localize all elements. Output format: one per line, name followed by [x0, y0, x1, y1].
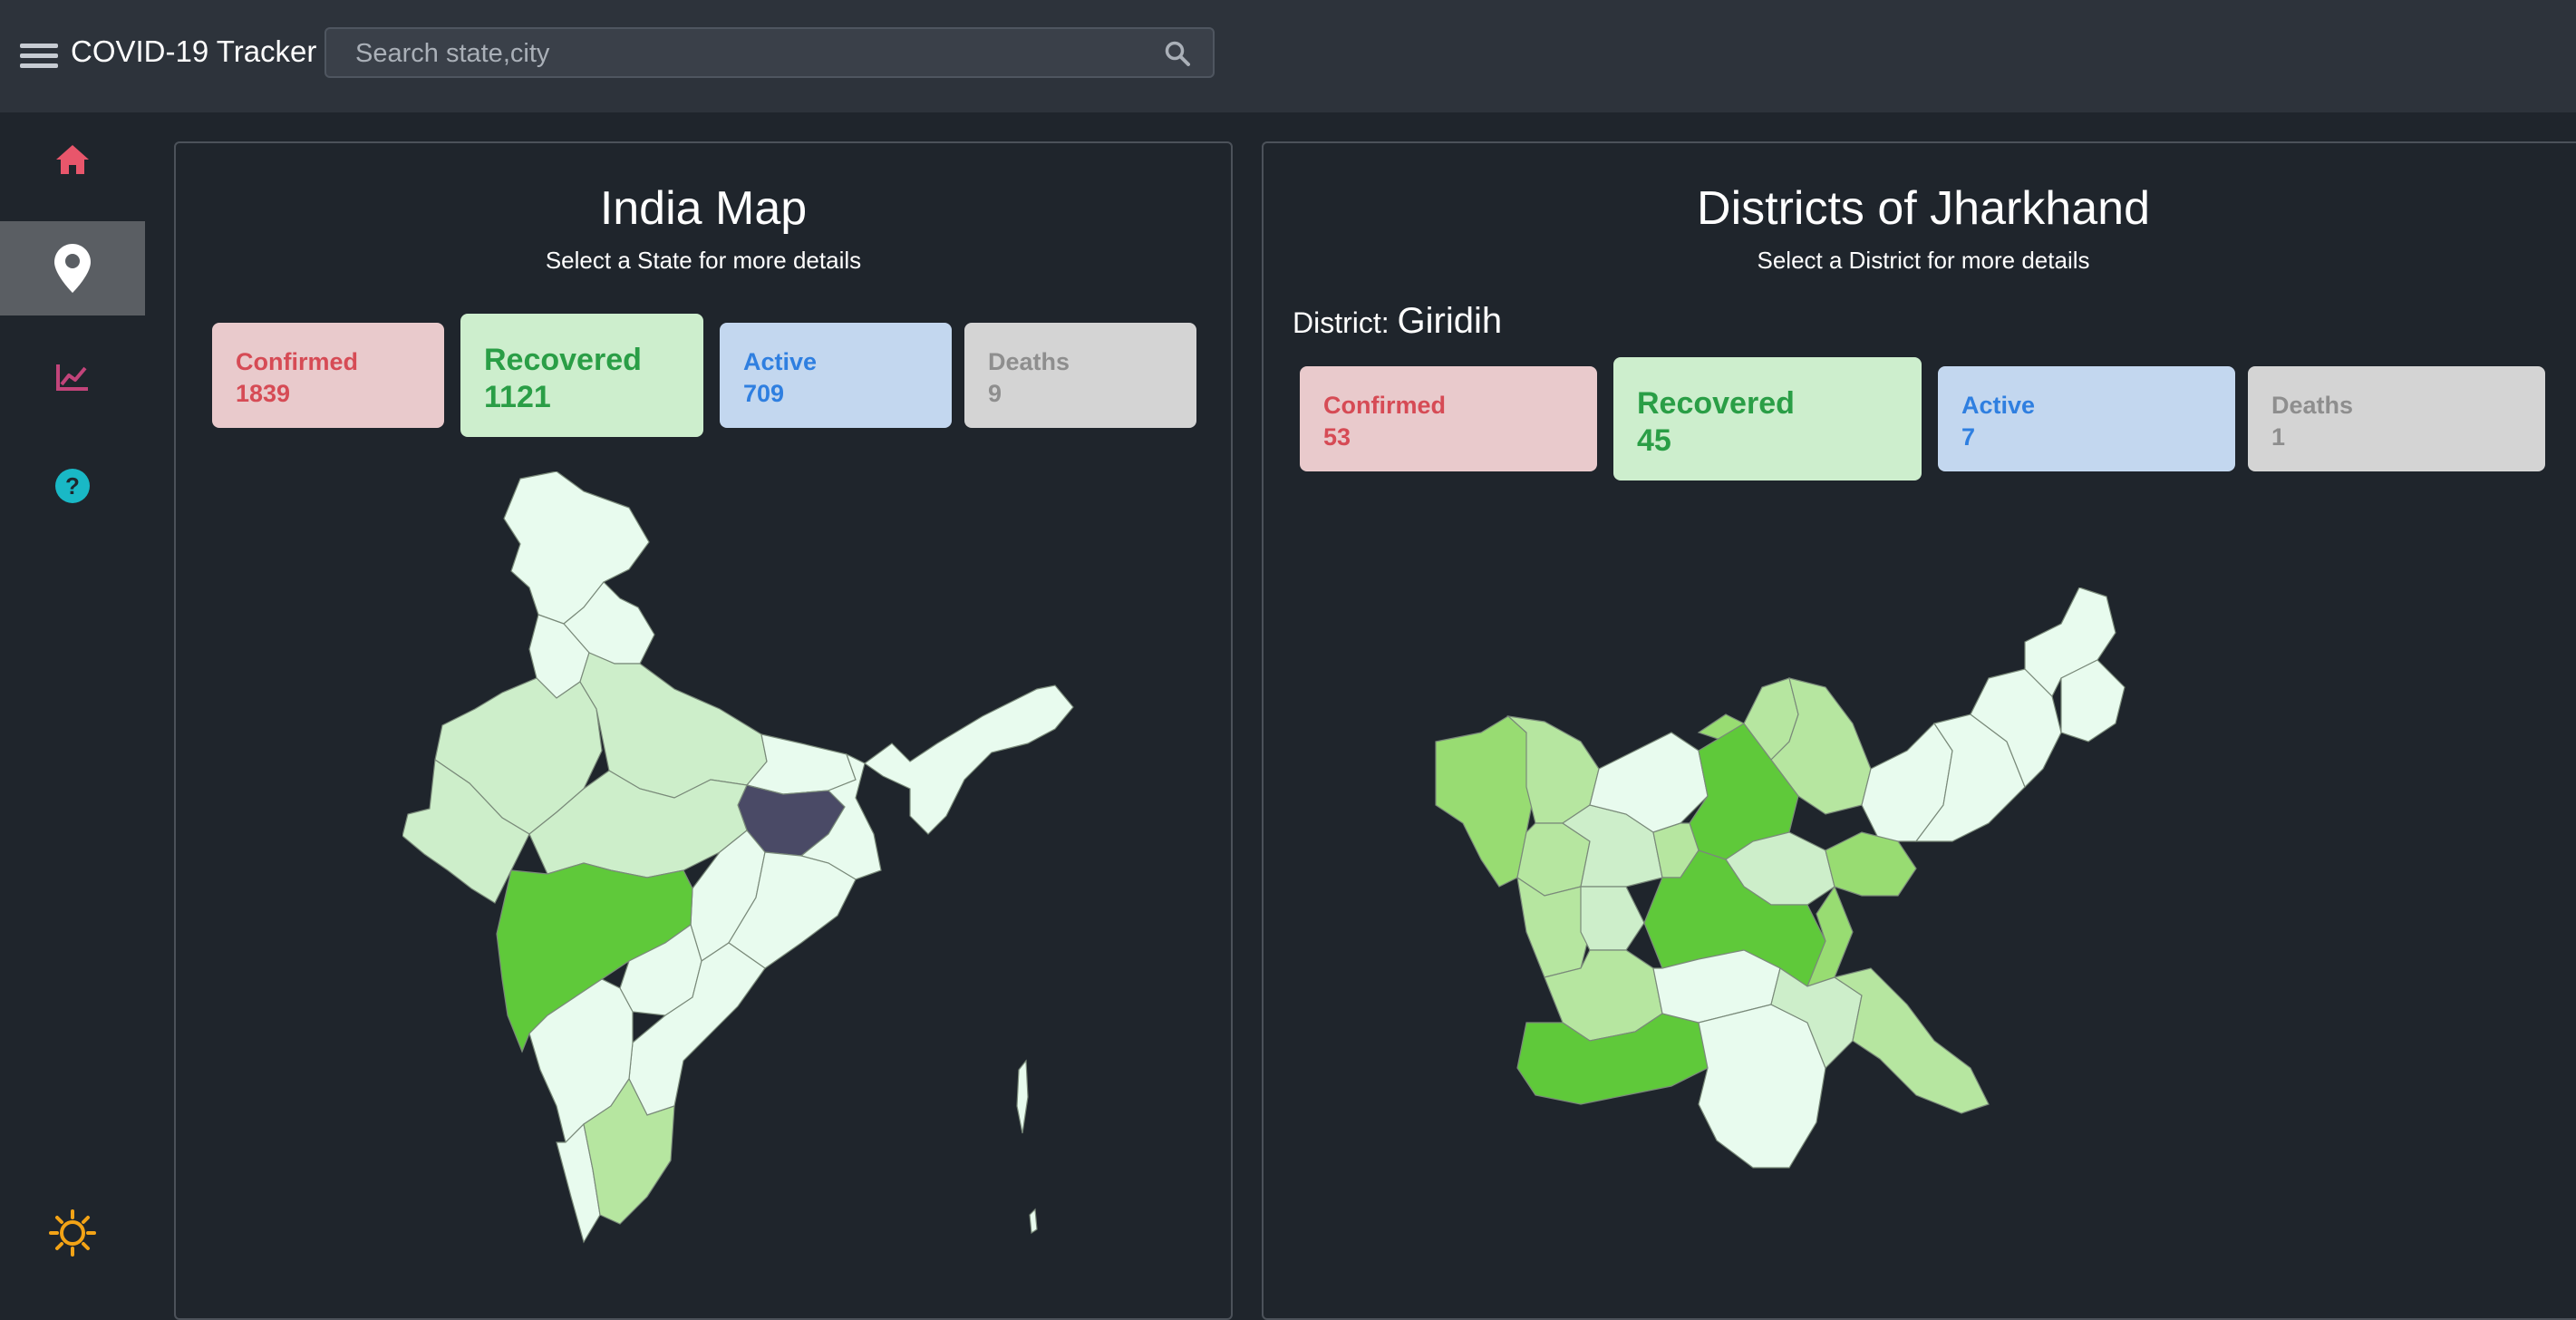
- state-region[interactable]: [1029, 1208, 1038, 1235]
- search-input[interactable]: [326, 29, 1173, 78]
- state-region[interactable]: [1016, 1059, 1029, 1134]
- sidebar-item-charts[interactable]: [0, 330, 145, 424]
- recovered-value: 1121: [484, 380, 551, 414]
- selected-district: District: Giridih: [1293, 301, 1502, 342]
- district-region[interactable]: [1580, 886, 1645, 951]
- deaths-label: Deaths: [2271, 392, 2354, 419]
- state-region[interactable]: [503, 471, 650, 625]
- search-box[interactable]: [324, 27, 1215, 78]
- district-name: Giridih: [1397, 301, 1503, 341]
- active-value: 709: [743, 380, 785, 407]
- deaths-card: Deaths 1: [2248, 366, 2545, 471]
- active-card: Active 709: [720, 323, 952, 428]
- district-region[interactable]: [1698, 1004, 1826, 1169]
- sun-icon: [49, 1209, 96, 1257]
- panel-title: India Map: [599, 182, 808, 235]
- sidebar-item-home[interactable]: [0, 112, 145, 207]
- deaths-card: Deaths 9: [964, 323, 1196, 428]
- sidebar: ?: [0, 112, 145, 1280]
- confirmed-label: Confirmed: [236, 348, 358, 375]
- india-map-panel: India Map Select a State for more detail…: [174, 141, 1233, 1320]
- recovered-card: Recovered 1121: [460, 314, 703, 437]
- deaths-value: 1: [2271, 423, 2286, 451]
- recovered-value: 45: [1637, 423, 1671, 458]
- map-pin-icon: [54, 244, 91, 293]
- panel-subtitle: Select a State for more details: [545, 247, 862, 274]
- confirmed-label: Confirmed: [1323, 392, 1446, 419]
- district-label: District:: [1293, 306, 1390, 339]
- search-icon[interactable]: [1164, 40, 1191, 67]
- help-icon: ?: [55, 469, 90, 503]
- sidebar-item-help[interactable]: ?: [0, 439, 145, 533]
- confirmed-card: Confirmed 53: [1300, 366, 1597, 471]
- district-map-panel: Districts of Jharkhand Select a District…: [1262, 141, 2576, 1320]
- recovered-card: Recovered 45: [1613, 357, 1922, 480]
- recovered-label: Recovered: [484, 343, 642, 377]
- hamburger-menu-icon[interactable]: [20, 44, 58, 68]
- india-map[interactable]: [402, 471, 1109, 1251]
- state-region[interactable]: [863, 684, 1074, 835]
- panel-title: Districts of Jharkhand: [1697, 182, 2150, 235]
- recovered-label: Recovered: [1637, 386, 1795, 421]
- active-label: Active: [743, 348, 818, 375]
- active-label: Active: [1961, 392, 2036, 419]
- jharkhand-district-map[interactable]: [1427, 587, 2152, 1313]
- deaths-label: Deaths: [988, 348, 1070, 375]
- chart-line-icon: [56, 364, 88, 391]
- theme-toggle[interactable]: [0, 1186, 145, 1280]
- sidebar-item-map[interactable]: [0, 221, 145, 315]
- district-region[interactable]: [1833, 967, 1990, 1114]
- home-icon: [56, 145, 89, 174]
- confirmed-card: Confirmed 1839: [212, 323, 444, 428]
- active-card: Active 7: [1938, 366, 2235, 471]
- confirmed-value: 1839: [236, 380, 291, 407]
- confirmed-value: 53: [1323, 423, 1351, 451]
- deaths-value: 9: [988, 380, 1002, 407]
- panel-subtitle: Select a District for more details: [1757, 247, 2090, 274]
- active-value: 7: [1961, 423, 1976, 451]
- app-title: COVID-19 Tracker: [71, 34, 317, 68]
- top-bar: COVID-19 Tracker: [0, 0, 2576, 112]
- svg-text:?: ?: [65, 472, 80, 500]
